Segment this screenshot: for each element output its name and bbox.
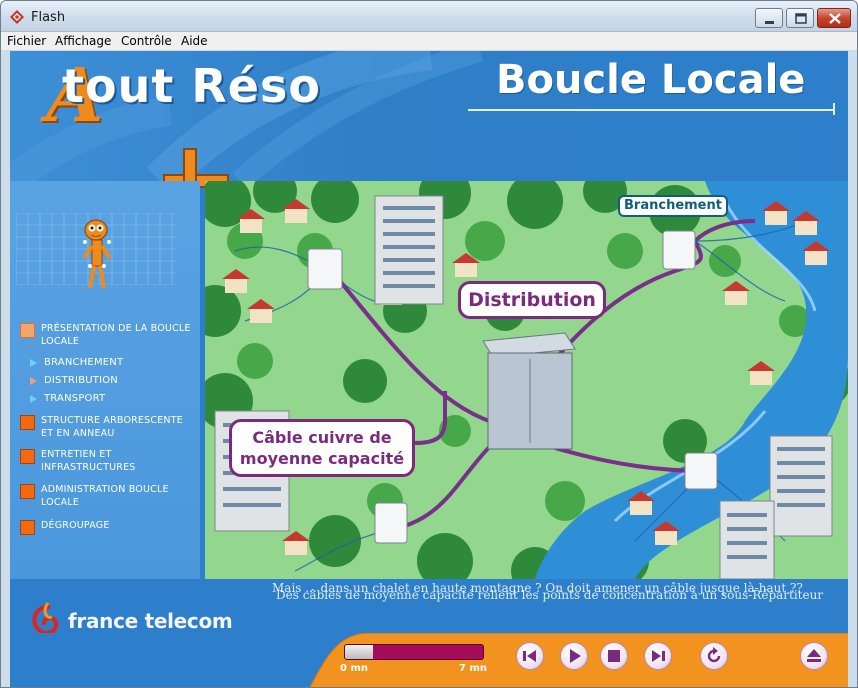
title-underline-end: [833, 103, 835, 115]
triangle-right-icon: [30, 376, 37, 385]
menu-bar: Fichier Affichage Contrôle Aide: [1, 32, 857, 51]
nav-bullet-icon: [20, 415, 35, 430]
nav-label: STRUCTURE ARBORESCENTE ET EN ANNEAU: [41, 415, 183, 439]
flash-stage: A tout Réso Boucle Locale PRÉSENTATION D…: [10, 51, 848, 687]
network-map-illustration: Branchement Distribution Câble cuivre de…: [205, 181, 848, 579]
skip-back-icon: [523, 650, 536, 662]
nav-bullet-icon: [20, 520, 35, 535]
logo-text: tout Réso: [62, 59, 321, 113]
close-icon: [829, 13, 841, 24]
previous-button[interactable]: [516, 642, 544, 670]
nav-bullet-icon: [20, 449, 35, 464]
menu-aide[interactable]: Aide: [181, 34, 208, 48]
menu-controle[interactable]: Contrôle: [121, 34, 172, 48]
section-title: Boucle Locale: [496, 57, 806, 103]
next-button[interactable]: [644, 642, 672, 670]
subnav-branchement[interactable]: BRANCHEMENT: [30, 357, 123, 368]
mascot-icon: [82, 219, 112, 289]
close-button[interactable]: [817, 8, 851, 28]
replay-button[interactable]: [700, 642, 728, 670]
progress-bar[interactable]: [344, 644, 484, 660]
callout-distribution: Distribution: [458, 281, 606, 319]
progress-fill: [345, 645, 373, 659]
subnav-transport[interactable]: TRANSPORT: [30, 393, 105, 404]
subnav-label: BRANCHEMENT: [44, 357, 124, 368]
callout-line: Câble cuivre de: [252, 428, 392, 447]
callout-line: moyenne capacité: [239, 449, 405, 468]
nav-administration[interactable]: ADMINISTRATION BOUCLE LOCALE: [20, 483, 181, 509]
nav-bullet-icon: [20, 323, 35, 338]
eject-icon: [807, 649, 821, 662]
nav-label: ADMINISTRATION BOUCLE LOCALE: [41, 484, 169, 508]
minimize-button[interactable]: [755, 8, 783, 28]
stop-icon: [608, 650, 620, 662]
title-bar[interactable]: Flash: [1, 1, 857, 32]
flash-window: Flash Fichier Affichage Contrôle Aide A …: [0, 0, 858, 688]
subnav-label: TRANSPORT: [44, 393, 106, 404]
menu-affichage[interactable]: Affichage: [55, 34, 111, 48]
menu-fichier[interactable]: Fichier: [7, 34, 46, 48]
play-button[interactable]: [560, 642, 588, 670]
maximize-button[interactable]: [786, 8, 814, 28]
play-icon: [570, 649, 581, 663]
sidebar: PRÉSENTATION DE LA BOUCLE LOCALE BRANCHE…: [10, 181, 200, 579]
eject-button[interactable]: [800, 642, 828, 670]
brand-name: france telecom: [68, 609, 233, 633]
nav-presentation[interactable]: PRÉSENTATION DE LA BOUCLE LOCALE: [20, 322, 201, 348]
skip-forward-icon: [652, 650, 665, 662]
caption-text-b: Des câbles de moyenne capacité relient l…: [276, 588, 824, 602]
window-title: Flash: [31, 10, 66, 25]
replay-icon: [707, 647, 721, 663]
callout-branchement: Branchement: [618, 195, 728, 217]
nav-bullet-icon: [20, 484, 35, 499]
progress-start-label: 0 mn: [340, 663, 368, 674]
nav-degroupage[interactable]: DÉGROUPAGE: [20, 519, 201, 535]
triangle-right-icon: [30, 358, 37, 367]
minimize-icon: [765, 21, 774, 24]
progress-end-label: 7 mn: [459, 663, 487, 674]
nav-label: PRÉSENTATION DE LA BOUCLE LOCALE: [41, 323, 191, 347]
flash-app-icon: [10, 10, 24, 24]
maximize-icon: [795, 13, 807, 24]
nav-entretien[interactable]: ENTRETIEN ET INFRASTRUCTURES: [20, 448, 151, 474]
nav-label: DÉGROUPAGE: [41, 520, 110, 531]
nav-label: ENTRETIEN ET INFRASTRUCTURES: [41, 449, 136, 473]
stop-button[interactable]: [600, 642, 628, 670]
map-drawing: [205, 181, 848, 579]
subnav-label: DISTRIBUTION: [44, 375, 118, 386]
subnav-distribution[interactable]: DISTRIBUTION: [30, 375, 118, 386]
callout-cable-cuivre: Câble cuivre de moyenne capacité: [229, 419, 415, 477]
title-underline: [468, 109, 834, 111]
nav-structure[interactable]: STRUCTURE ARBORESCENTE ET EN ANNEAU: [20, 414, 191, 440]
triangle-right-icon: [30, 394, 37, 403]
header-banner: A tout Réso Boucle Locale: [10, 51, 848, 206]
